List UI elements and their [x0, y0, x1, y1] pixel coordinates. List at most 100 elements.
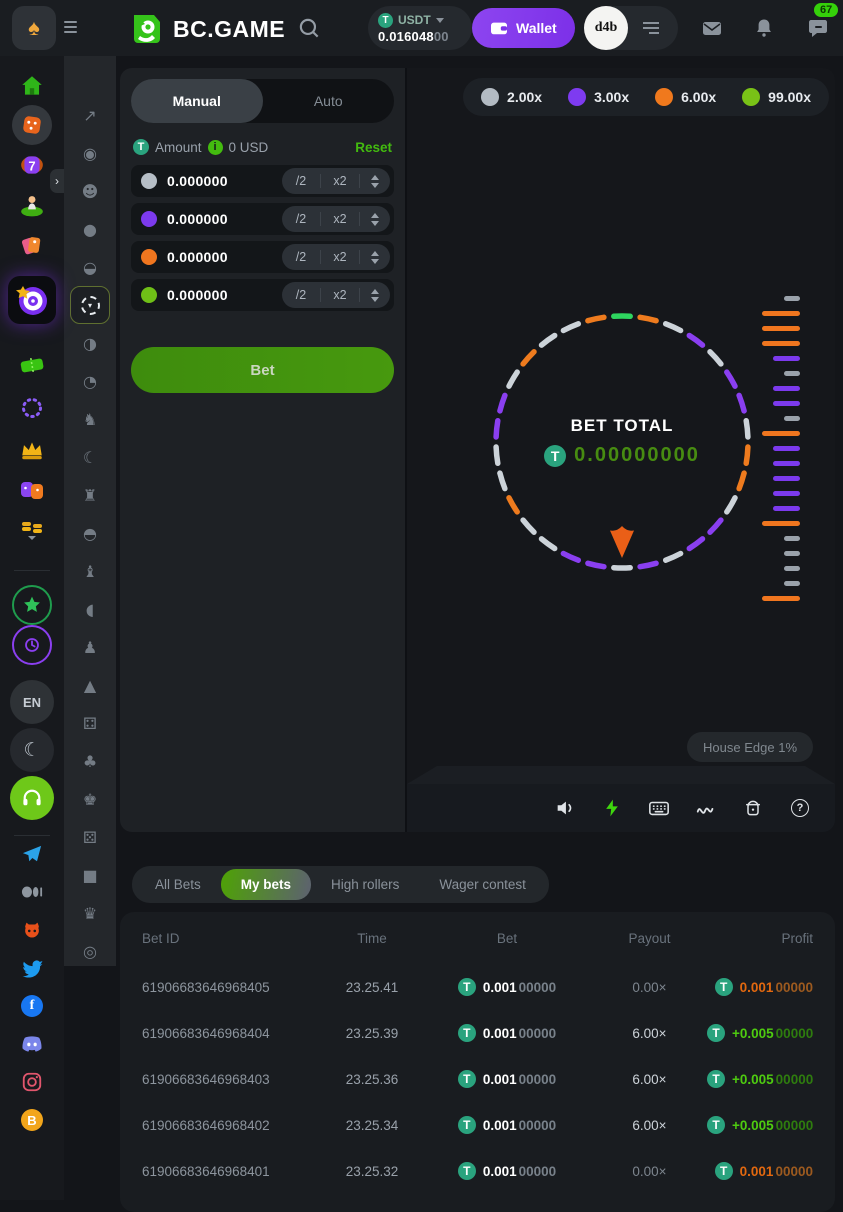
stepper-down-icon[interactable] [371, 259, 379, 264]
sidebar-item-sports[interactable] [19, 192, 45, 218]
info-icon[interactable]: i [208, 140, 223, 155]
live-stats-icon[interactable] [695, 797, 717, 819]
sidebar-game-icon[interactable]: ↗ [64, 96, 116, 134]
bet-amount-input[interactable]: 0.000000 [167, 249, 282, 265]
half-button[interactable]: /2 [282, 206, 320, 232]
tab-auto[interactable]: Auto [263, 79, 395, 123]
language-button[interactable]: EN [10, 680, 54, 724]
sidebar-game-icon[interactable]: ♟ [64, 628, 116, 666]
chat-icon[interactable] [803, 13, 833, 43]
bet-amount-input[interactable]: 0.000000 [167, 211, 282, 227]
sidebar-game-icon[interactable]: ◎ [64, 932, 116, 970]
sidebar-game-icon[interactable]: ◓ [64, 514, 116, 552]
sidebar-item-promotions[interactable] [19, 232, 45, 258]
sidebar-item-favorites[interactable] [12, 585, 52, 625]
double-button[interactable]: x2 [321, 282, 359, 308]
bets-tab[interactable]: My bets [221, 869, 311, 900]
sidebar-item-vip-crown[interactable] [19, 439, 45, 461]
half-button[interactable]: /2 [282, 168, 320, 194]
sidebar-game-icon[interactable]: ◖ [64, 590, 116, 628]
sidebar-game-icon[interactable]: ♞ [64, 400, 116, 438]
sound-icon[interactable] [554, 797, 576, 819]
wallet-button[interactable]: Wallet [472, 8, 575, 48]
bcgame-logo[interactable]: BC.GAME [128, 11, 285, 47]
amount-stepper[interactable] [360, 244, 390, 270]
amount-stepper[interactable] [360, 168, 390, 194]
search-icon[interactable] [296, 15, 322, 41]
turbo-lightning-icon[interactable] [601, 797, 623, 819]
account-menu[interactable]: d4b [584, 6, 678, 50]
support-button[interactable] [10, 776, 54, 820]
stepper-up-icon[interactable] [371, 175, 379, 180]
amount-stepper[interactable] [360, 282, 390, 308]
casino-spade-button[interactable]: ♠ [12, 6, 56, 50]
sidebar-game-icon[interactable]: ♣ [64, 742, 116, 780]
game-info-icon[interactable] [742, 797, 764, 819]
sidebar-item-slots[interactable]: 7 [19, 152, 45, 178]
sidebar-item-refer-masks[interactable] [19, 478, 45, 502]
help-icon[interactable]: ? [789, 797, 811, 819]
bet-amount-input[interactable]: 0.000000 [167, 173, 282, 189]
sidebar-game-icon[interactable]: ■ [64, 856, 116, 894]
stepper-up-icon[interactable] [371, 213, 379, 218]
stepper-down-icon[interactable] [371, 221, 379, 226]
amount-stepper[interactable] [360, 206, 390, 232]
facebook-icon[interactable]: f [21, 995, 43, 1017]
sidebar-item-affiliate-coins[interactable] [19, 519, 45, 541]
sidebar-game-icon[interactable]: ☾ [64, 438, 116, 476]
hamburger-menu-icon[interactable] [64, 21, 77, 33]
sidebar-item-casino[interactable] [12, 105, 52, 145]
theme-toggle[interactable]: ☾ [10, 728, 54, 772]
stepper-down-icon[interactable] [371, 297, 379, 302]
sidebar-game-icon[interactable]: ♜ [64, 476, 116, 514]
half-button[interactable]: /2 [282, 244, 320, 270]
sidebar-game-icon[interactable]: ♚ [64, 780, 116, 818]
sidebar-game-icon[interactable]: ♝ [64, 552, 116, 590]
stepper-down-icon[interactable] [371, 183, 379, 188]
bets-tab[interactable]: High rollers [311, 869, 419, 900]
profit-cell: T0.00100000 [707, 1162, 813, 1180]
github-icon[interactable] [21, 919, 43, 941]
payout-cell: 0.00× [592, 1164, 707, 1179]
notifications-bell-icon[interactable] [749, 13, 779, 43]
half-button[interactable]: /2 [282, 282, 320, 308]
currency-selector[interactable]: T USDT 0.01604800 [368, 6, 472, 50]
sidebar-game-icon[interactable]: ● [64, 210, 116, 248]
discord-icon[interactable] [20, 1035, 44, 1053]
sidebar-game-icon[interactable]: ♛ [64, 894, 116, 932]
sidebar-item-recent[interactable] [12, 625, 52, 665]
bet-button[interactable]: Bet [131, 347, 394, 393]
double-button[interactable]: x2 [321, 168, 359, 194]
bet-amount-input[interactable]: 0.000000 [167, 287, 282, 303]
sidebar-item-bonus-ticket[interactable] [19, 354, 45, 376]
stepper-up-icon[interactable] [371, 251, 379, 256]
bets-tab[interactable]: All Bets [135, 869, 221, 900]
sidebar-expand-chevron[interactable]: › [50, 169, 64, 193]
sidebar-game-icon[interactable]: ▾ [70, 286, 110, 324]
avatar[interactable]: d4b [584, 6, 628, 50]
reset-button[interactable]: Reset [355, 140, 392, 155]
sidebar-game-icon[interactable]: ◉ [64, 134, 116, 172]
sidebar-game-icon[interactable]: ☻ [64, 172, 116, 210]
sidebar-game-icon[interactable]: ◒ [64, 248, 116, 286]
twitter-icon[interactable] [21, 959, 44, 978]
tab-manual[interactable]: Manual [131, 79, 263, 123]
sidebar-game-icon[interactable]: ◑ [64, 324, 116, 362]
stepper-up-icon[interactable] [371, 289, 379, 294]
sidebar-game-icon[interactable]: ⚃ [64, 704, 116, 742]
medium-icon[interactable] [21, 885, 43, 899]
sidebar-game-icon[interactable]: ⚄ [64, 818, 116, 856]
sidebar-game-icon[interactable]: ◔ [64, 362, 116, 400]
bets-tab[interactable]: Wager contest [419, 869, 546, 900]
mail-icon[interactable] [697, 13, 727, 43]
instagram-icon[interactable] [21, 1071, 43, 1093]
hotkeys-keyboard-icon[interactable] [648, 797, 670, 819]
double-button[interactable]: x2 [321, 244, 359, 270]
sidebar-item-wheel-game-active[interactable] [8, 276, 56, 324]
sidebar-item-home[interactable] [19, 73, 45, 99]
telegram-icon[interactable] [21, 844, 43, 864]
sidebar-item-vip-ring[interactable] [20, 396, 44, 420]
double-button[interactable]: x2 [321, 206, 359, 232]
sidebar-game-icon[interactable]: ▲ [64, 666, 116, 704]
bitcoin-icon[interactable]: B [21, 1109, 43, 1131]
